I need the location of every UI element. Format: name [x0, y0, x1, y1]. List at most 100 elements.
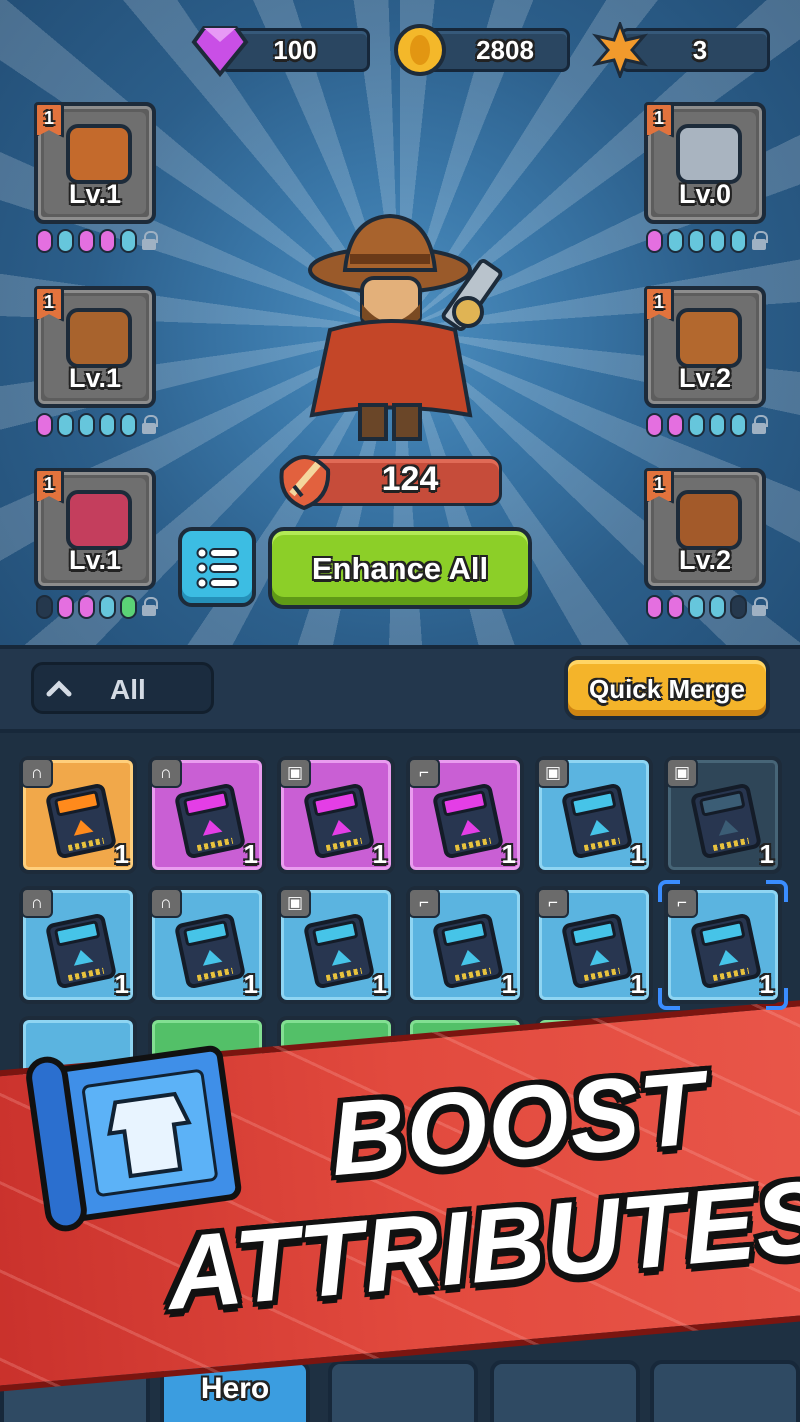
inventory-card[interactable]: ⌐ 1: [535, 886, 653, 1004]
inventory-card[interactable]: ▣ 1: [277, 886, 395, 1004]
lock-icon: [751, 231, 768, 251]
inventory-card[interactable]: ∩ 1: [148, 756, 266, 874]
equip-slot-cape[interactable]: 1 Lv.1: [34, 468, 156, 590]
upgrade-pips: [36, 412, 158, 438]
inventory-card[interactable]: ∩ 1: [19, 886, 137, 1004]
upgrade-pip: [120, 229, 137, 253]
lock-icon: [141, 231, 158, 251]
inventory-card[interactable]: ⌐ 1: [658, 880, 788, 1010]
chevron-up-icon: [46, 680, 72, 697]
hat-type-icon: ∩: [21, 758, 53, 788]
hat-type-icon: ∩: [150, 758, 182, 788]
slot-level: Lv.0: [678, 179, 732, 209]
lock-icon: [141, 597, 158, 617]
inventory-card[interactable]: ∩ 1: [148, 886, 266, 1004]
slot-level: Lv.1: [68, 179, 122, 209]
selection-corner: [658, 880, 680, 902]
equip-slot-armor[interactable]: 1 Lv.1: [34, 102, 156, 224]
upgrade-pip: [57, 595, 74, 619]
card-count: 1: [372, 839, 387, 869]
coin-value: 2808: [476, 35, 534, 65]
star-value: 3: [692, 35, 708, 65]
card-count: 1: [372, 969, 387, 999]
armor-type-icon: ▣: [279, 758, 311, 788]
power-value: 124: [381, 460, 439, 498]
upgrade-pip: [78, 595, 95, 619]
upgrade-pip: [688, 229, 705, 253]
rank-value: 1: [653, 108, 664, 128]
revolver-icon: [676, 124, 742, 184]
filter-dropdown[interactable]: All: [31, 662, 214, 714]
upgrade-pip: [646, 595, 663, 619]
upgrade-pip: [730, 229, 747, 253]
inventory-card[interactable]: ▣ 1: [535, 756, 653, 874]
card-count: 1: [630, 839, 645, 869]
poncho-icon: [66, 490, 132, 550]
tab-gear[interactable]: [328, 1360, 478, 1422]
upgrade-pip: [120, 413, 137, 437]
inventory-card[interactable]: ▣ 1: [664, 756, 782, 874]
upgrade-pip: [78, 413, 95, 437]
upgrade-pip: [646, 229, 663, 253]
slot-level: Lv.1: [68, 545, 122, 575]
inventory-card[interactable]: ⌐ 1: [406, 756, 524, 874]
upgrade-pip: [99, 229, 116, 253]
hat-type-icon: ∩: [21, 888, 53, 918]
gun-type-icon: ⌐: [408, 888, 440, 918]
card-count: 1: [243, 839, 258, 869]
blueprint-chip-icon: [554, 777, 640, 864]
upgrade-pips: [646, 594, 768, 620]
inventory-card[interactable]: ∩ 1: [19, 756, 137, 874]
equipment-list-button[interactable]: [178, 527, 256, 607]
selection-corner: [658, 988, 680, 1010]
enhance-all-button[interactable]: Enhance All: [268, 527, 532, 609]
card-count: 1: [501, 969, 516, 999]
upgrade-pips: [36, 594, 158, 620]
slot-level: Lv.1: [68, 363, 122, 393]
equip-slot-hat[interactable]: 1 Lv.1: [34, 286, 156, 408]
upgrade-pip: [709, 413, 726, 437]
armor-type-icon: ▣: [666, 758, 698, 788]
quick-merge-button[interactable]: Quick Merge: [564, 656, 770, 720]
game-screen: 100 2808 3 124 Enhance All All Quick Mer…: [0, 0, 800, 1422]
selection-corner: [766, 880, 788, 902]
inventory-card[interactable]: ⌐ 1: [406, 886, 524, 1004]
blueprint-chip-icon: [38, 907, 124, 994]
card-count: 1: [114, 969, 129, 999]
lock-icon: [141, 415, 158, 435]
equip-slot-belt[interactable]: 1 Lv.2: [644, 286, 766, 408]
quick-merge-label: Quick Merge: [588, 674, 746, 704]
upgrade-pip: [688, 595, 705, 619]
tab-portal[interactable]: [650, 1360, 800, 1422]
upgrade-pip: [99, 413, 116, 437]
rank-value: 1: [653, 292, 664, 312]
blueprint-chip-icon: [296, 907, 382, 994]
coin-icon: [394, 24, 446, 76]
tab-hero-label: Hero: [200, 1372, 270, 1405]
rank-value: 1: [43, 474, 54, 494]
blueprint-chip-icon: [683, 907, 769, 994]
hero-art: [308, 213, 503, 441]
list-icon: [196, 547, 239, 589]
upgrade-pip: [120, 595, 137, 619]
rank-value: 1: [43, 292, 54, 312]
upgrade-pips: [36, 228, 158, 254]
inventory-card[interactable]: ▣ 1: [277, 756, 395, 874]
blueprint-chip-icon: [167, 777, 253, 864]
equip-slot-weapon[interactable]: 1 Lv.0: [644, 102, 766, 224]
equip-slot-boots[interactable]: 1 Lv.2: [644, 468, 766, 590]
upgrade-pip: [688, 413, 705, 437]
slot-level: Lv.2: [678, 545, 732, 575]
blueprint-chip-icon: [296, 777, 382, 864]
blueprint-chip-icon: [38, 777, 124, 864]
vest-icon: [66, 124, 132, 184]
card-count: 1: [501, 839, 516, 869]
star-badge-icon: [592, 22, 648, 78]
upgrade-pip: [667, 413, 684, 437]
upgrade-pip: [709, 595, 726, 619]
tab-robot[interactable]: [490, 1360, 640, 1422]
gem-icon: [191, 26, 249, 78]
lock-icon: [751, 415, 768, 435]
blueprint-chip-icon: [425, 777, 511, 864]
cowboy-hat-icon: [66, 308, 132, 368]
